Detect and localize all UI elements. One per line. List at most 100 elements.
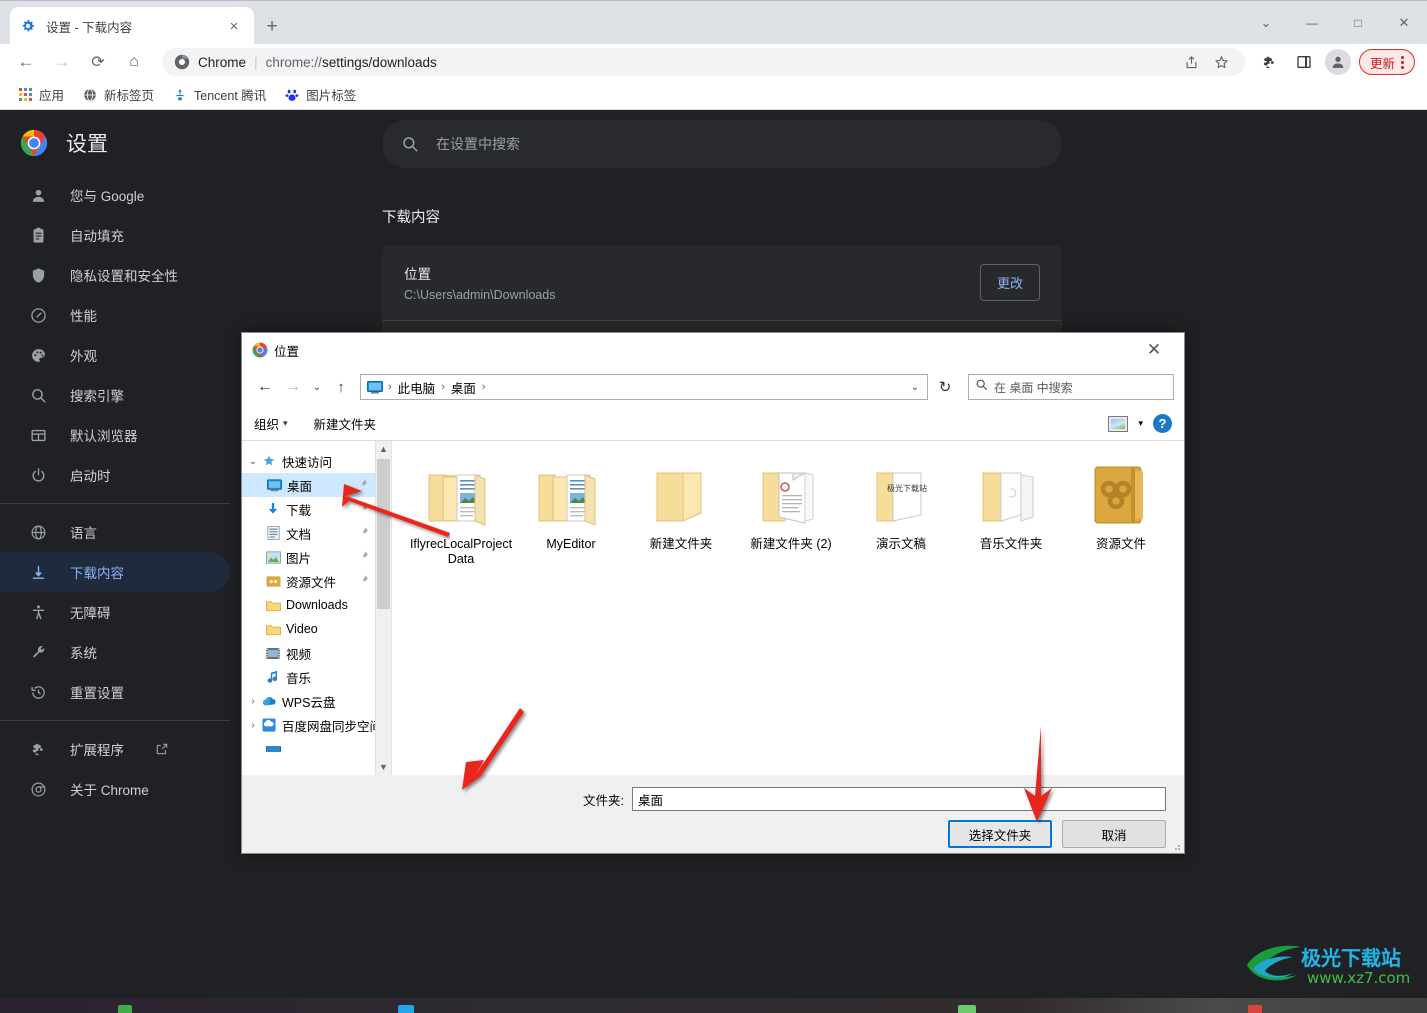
scroll-down-icon[interactable]: ▼ <box>376 759 391 775</box>
breadcrumb-this-pc[interactable]: 此电脑 <box>394 376 440 399</box>
taskbar-item[interactable] <box>398 1005 414 1013</box>
new-tab-button[interactable]: + <box>258 13 286 41</box>
pin-icon[interactable] <box>358 574 369 588</box>
side-panel-icon[interactable] <box>1289 47 1319 77</box>
file-item[interactable]: 音乐文件夹 <box>956 455 1066 567</box>
help-icon[interactable]: ? <box>1153 414 1172 433</box>
bookmark-new-tab[interactable]: 新标签页 <box>75 82 161 107</box>
folder-name-input[interactable] <box>632 787 1166 811</box>
sidebar-item-reset-settings[interactable]: 重置设置 <box>0 672 230 712</box>
sidebar-item-appearance[interactable]: 外观 <box>0 335 230 375</box>
sidebar-item-autofill[interactable]: 自动填充 <box>0 215 230 255</box>
puzzle-icon[interactable] <box>1255 47 1285 77</box>
scroll-up-icon[interactable]: ▲ <box>376 441 391 457</box>
browser-tab[interactable]: 设置 - 下载内容 × <box>10 7 254 45</box>
recent-locations-icon[interactable]: ⌄ <box>308 374 326 400</box>
tree-item-partial[interactable] <box>242 737 375 761</box>
up-icon[interactable]: ↑ <box>328 374 354 400</box>
tree-item-video-folder[interactable]: Video <box>242 617 375 641</box>
address-bar[interactable]: Chrome | chrome://settings/downloads <box>162 48 1245 76</box>
refresh-icon[interactable]: ↻ <box>932 374 958 400</box>
forward-icon[interactable]: → <box>47 47 77 77</box>
back-icon[interactable]: ← <box>252 374 278 400</box>
sidebar-item-performance[interactable]: 性能 <box>0 295 230 335</box>
search-input[interactable]: 在设置中搜索 <box>382 120 1062 168</box>
change-location-button[interactable]: 更改 <box>979 264 1040 301</box>
share-icon[interactable] <box>1179 49 1205 75</box>
tree-item-wps-cloud[interactable]: › WPS云盘 <box>242 689 375 713</box>
pin-icon[interactable] <box>358 550 369 564</box>
chevron-down-icon[interactable]: ⌄ <box>246 456 260 467</box>
pin-icon[interactable] <box>357 478 368 492</box>
view-layout-icon[interactable] <box>1108 415 1129 432</box>
chevron-right-icon[interactable]: › <box>246 696 260 707</box>
back-icon[interactable]: ← <box>11 47 41 77</box>
file-item[interactable]: 极光下载站 演示文稿 <box>846 455 956 567</box>
reload-icon[interactable]: ⟳ <box>83 47 113 77</box>
close-window-icon[interactable]: ✕ <box>1381 1 1427 45</box>
tree-item-resource-files[interactable]: 资源文件 <box>242 569 375 593</box>
home-icon[interactable]: ⌂ <box>119 47 149 77</box>
tree-item-baidu-netdisk[interactable]: › 百度网盘同步空间 <box>242 713 375 737</box>
sidebar-item-extensions[interactable]: 扩展程序 <box>0 729 230 769</box>
avatar[interactable] <box>1324 49 1351 75</box>
maximize-icon[interactable]: □ <box>1335 1 1381 45</box>
taskbar-item[interactable] <box>1248 1005 1262 1013</box>
sidebar-item-search-engine[interactable]: 搜索引擎 <box>0 375 230 415</box>
sidebar-item-system[interactable]: 系统 <box>0 632 230 672</box>
bookmark-image-tag[interactable]: 图片标签 <box>277 82 363 107</box>
scrollbar-thumb[interactable] <box>377 459 390 609</box>
file-item[interactable]: MyEditor <box>516 455 626 567</box>
forward-icon[interactable]: → <box>280 374 306 400</box>
file-item[interactable]: 新建文件夹 <box>626 455 736 567</box>
file-item[interactable]: 新建文件夹 (2) <box>736 455 846 567</box>
tree-scrollbar[interactable]: ▲ ▼ <box>375 441 391 775</box>
taskbar[interactable] <box>0 998 1427 1013</box>
tree-item-downloads-folder[interactable]: Downloads <box>242 593 375 617</box>
close-icon[interactable]: × <box>224 16 244 36</box>
taskbar-item[interactable] <box>118 1005 132 1013</box>
sidebar-item-downloads[interactable]: 下载内容 <box>0 552 230 592</box>
chevron-down-icon[interactable]: ⌄ <box>905 382 925 393</box>
sidebar-item-default-browser[interactable]: 默认浏览器 <box>0 415 230 455</box>
file-grid: IflyrecLocalProjectData MyEditor 新建文件夹 新… <box>406 455 1184 577</box>
chevron-down-icon[interactable]: ⌄ <box>1243 1 1289 45</box>
row-download-location: 位置 C:\Users\admin\Downloads 更改 <box>382 245 1062 320</box>
close-icon[interactable]: ✕ <box>1132 334 1176 366</box>
dialog-search-input[interactable]: 在 桌面 中搜索 <box>968 374 1174 400</box>
bookmark-apps[interactable]: 应用 <box>10 82 71 107</box>
star-icon[interactable] <box>1209 49 1235 75</box>
chevron-down-icon[interactable]: ▾ <box>1138 418 1143 429</box>
taskbar-item[interactable] <box>958 1005 976 1013</box>
minimize-icon[interactable]: — <box>1289 1 1335 45</box>
sidebar-item-privacy-security[interactable]: 隐私设置和安全性 <box>0 255 230 295</box>
breadcrumb-desktop[interactable]: 桌面 <box>447 376 480 399</box>
tree-item-pictures[interactable]: 图片 <box>242 545 375 569</box>
sidebar-item-about-chrome[interactable]: 关于 Chrome <box>0 769 230 809</box>
tree-item-videos[interactable]: 视频 <box>242 641 375 665</box>
sidebar-item-languages[interactable]: 语言 <box>0 512 230 552</box>
file-item[interactable]: 资源文件 <box>1066 455 1176 567</box>
chevron-right-icon[interactable]: › <box>246 720 260 731</box>
sidebar-item-you-and-google[interactable]: 您与 Google <box>0 175 230 215</box>
tree-item-quick-access[interactable]: ⌄ 快速访问 <box>242 449 375 473</box>
sidebar-item-on-startup[interactable]: 启动时 <box>0 455 230 495</box>
new-folder-button[interactable]: 新建文件夹 <box>314 414 377 433</box>
tree-item-desktop[interactable]: 桌面 <box>242 473 375 497</box>
cancel-button[interactable]: 取消 <box>1062 820 1166 848</box>
resize-grip-icon[interactable] <box>1171 841 1181 851</box>
update-button[interactable]: 更新 <box>1358 49 1415 75</box>
breadcrumb[interactable]: › 此电脑 › 桌面 › ⌄ <box>360 374 928 400</box>
tree-item-downloads[interactable]: 下载 <box>242 497 375 521</box>
tree-item-documents[interactable]: 文档 <box>242 521 375 545</box>
file-item[interactable]: IflyrecLocalProjectData <box>406 455 516 567</box>
organize-button[interactable]: 组织 ▾ <box>254 414 288 433</box>
three-dots-icon[interactable] <box>1397 55 1408 69</box>
tree-item-music[interactable]: 音乐 <box>242 665 375 689</box>
pin-icon[interactable] <box>358 526 369 540</box>
sidebar-item-accessibility[interactable]: 无障碍 <box>0 592 230 632</box>
bookmark-tencent[interactable]: Tencent 腾讯 <box>165 82 273 107</box>
select-folder-button[interactable]: 选择文件夹 <box>948 820 1052 848</box>
file-list-area[interactable]: IflyrecLocalProjectData MyEditor 新建文件夹 新… <box>392 441 1184 775</box>
pin-icon[interactable] <box>358 502 369 516</box>
